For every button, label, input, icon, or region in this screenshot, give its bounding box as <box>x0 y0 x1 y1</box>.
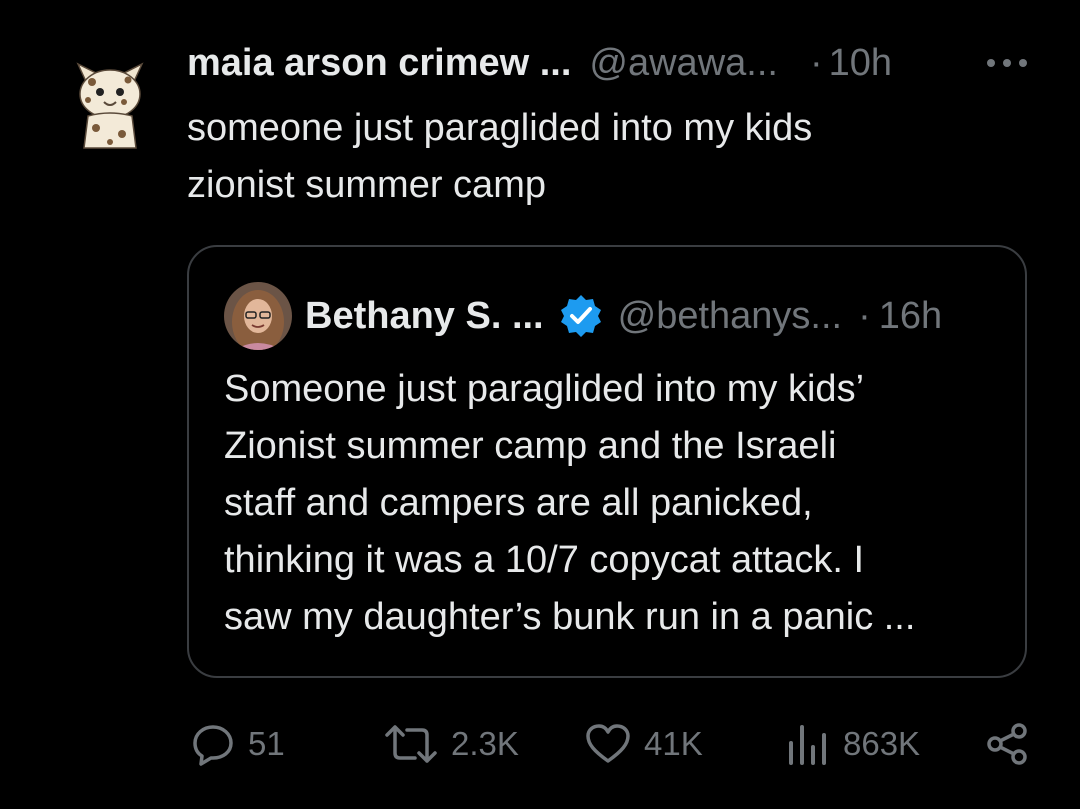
reply-icon <box>193 725 233 766</box>
repost-icon <box>385 725 437 763</box>
tweet-text-line: zionist summer camp <box>187 164 546 206</box>
share-button[interactable] <box>985 722 1029 766</box>
author-avatar[interactable] <box>66 52 154 152</box>
quoted-text-line: Zionist summer camp and the Israeli <box>224 425 837 467</box>
quoted-text-line: Someone just paraglided into my kids’ <box>224 368 865 410</box>
repost-count: 2.3K <box>451 725 519 762</box>
person-avatar-icon <box>224 282 292 350</box>
like-button[interactable]: 41K <box>584 718 703 770</box>
views-button[interactable]: 863K <box>785 718 920 770</box>
tweet-timestamp[interactable]: 10h <box>829 40 892 86</box>
tweet-header: maia arson crimew ... @awawa... · 10h <box>187 40 1037 86</box>
tweet-text: someone just paraglided into my kids zio… <box>187 100 1037 214</box>
reply-button[interactable]: 51 <box>190 718 285 770</box>
separator-dot: · <box>809 42 823 84</box>
views-icon <box>789 725 826 765</box>
share-icon <box>987 723 1027 765</box>
quoted-author-name[interactable]: Bethany S. ... <box>305 295 544 338</box>
like-count: 41K <box>644 725 703 762</box>
heart-icon <box>586 724 630 763</box>
cat-avatar-icon <box>76 62 144 149</box>
author-handle[interactable]: @awawa... <box>589 40 778 86</box>
quoted-text-line: saw my daughter’s bunk run in a panic ..… <box>224 596 916 638</box>
quoted-tweet-header: Bethany S. ... @bethanys... · 16h <box>305 291 942 341</box>
verified-badge-icon <box>558 293 604 339</box>
quoted-text-line: thinking it was a 10/7 copycat attack. I <box>224 539 865 581</box>
author-name[interactable]: maia arson crimew ... <box>187 40 571 86</box>
separator-dot: · <box>858 294 871 337</box>
quoted-author-avatar[interactable] <box>224 282 292 350</box>
quoted-text-line: staff and campers are all panicked, <box>224 482 813 524</box>
quoted-tweet-text: Someone just paraglided into my kids’ Zi… <box>224 361 1014 646</box>
more-horizontal-icon[interactable] <box>985 55 1029 71</box>
quoted-author-handle[interactable]: @bethanys... <box>618 295 842 338</box>
views-count: 863K <box>843 725 921 762</box>
quoted-tweet-card[interactable]: Bethany S. ... @bethanys... · 16h Someon… <box>187 245 1027 678</box>
repost-button[interactable]: 2.3K <box>383 718 519 770</box>
tweet-text-line: someone just paraglided into my kids <box>187 107 813 149</box>
quoted-tweet-timestamp[interactable]: 16h <box>879 295 942 338</box>
reply-count: 51 <box>248 725 285 762</box>
